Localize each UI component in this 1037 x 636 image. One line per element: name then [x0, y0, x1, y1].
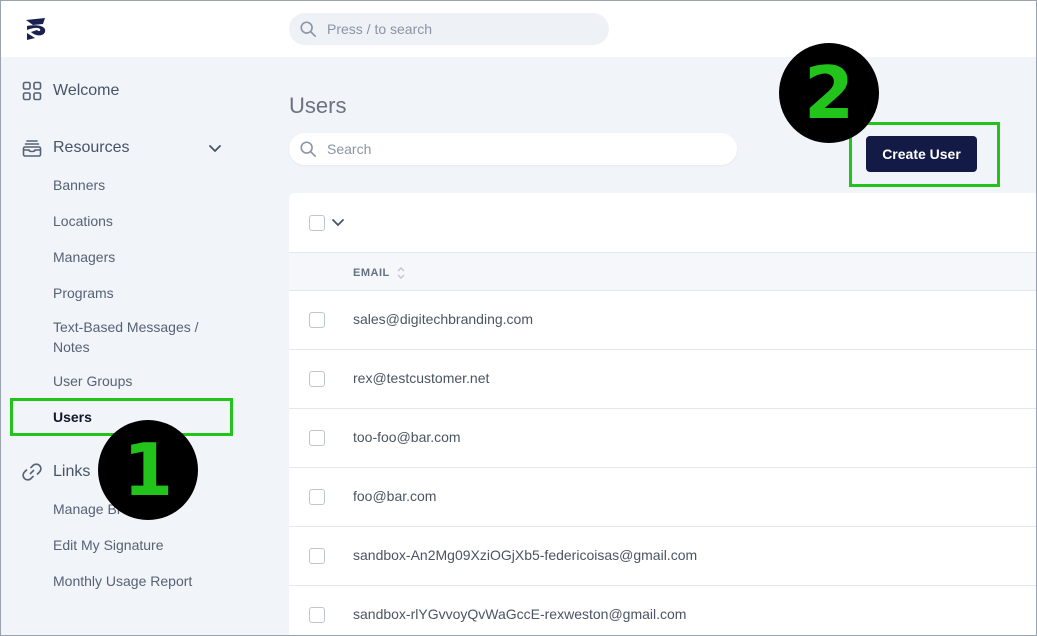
row-checkbox[interactable]	[309, 312, 325, 328]
row-checkbox[interactable]	[309, 371, 325, 387]
row-email[interactable]: sales@digitechbranding.com	[353, 311, 533, 327]
step-marker-2: 2	[779, 43, 879, 143]
row-checkbox[interactable]	[309, 430, 325, 446]
sidebar-item-label: Links	[53, 463, 91, 480]
column-header-label: EMAIL	[353, 267, 390, 279]
sidebar-item-managers[interactable]: Managers	[53, 247, 115, 267]
table-row[interactable]: sandbox-An2Mg09XziOGjXb5-federicoisas@gm…	[289, 527, 1037, 586]
users-search-input[interactable]	[327, 141, 707, 157]
table-toolbar	[289, 193, 1037, 253]
row-checkbox[interactable]	[309, 607, 325, 623]
search-icon	[300, 21, 317, 38]
sidebar-item-resources[interactable]: Resources	[22, 138, 129, 158]
sidebar-item-edit-signature[interactable]: Edit My Signature	[53, 535, 164, 555]
top-bar	[0, 0, 1037, 57]
table-row[interactable]: rex@testcustomer.net	[289, 350, 1037, 409]
grid-icon	[22, 81, 42, 101]
table-header: EMAIL	[289, 253, 1037, 291]
link-icon	[22, 462, 42, 482]
global-search[interactable]	[289, 13, 609, 45]
highlight-box-create-user	[849, 122, 1000, 187]
app-logo[interactable]	[23, 16, 51, 42]
table-row[interactable]: too-foo@bar.com	[289, 409, 1037, 468]
sidebar-item-monthly-usage-report[interactable]: Monthly Usage Report	[53, 571, 192, 591]
sidebar-item-label: Resources	[53, 139, 130, 156]
sidebar-item-text-based-messages[interactable]: Text-Based Messages / Notes	[53, 317, 213, 357]
row-email[interactable]: foo@bar.com	[353, 488, 436, 504]
select-all-checkbox[interactable]	[309, 215, 325, 231]
sidebar-item-locations[interactable]: Locations	[53, 211, 113, 231]
sidebar-item-welcome[interactable]: Welcome	[22, 81, 119, 101]
column-header-email[interactable]: EMAIL	[353, 266, 406, 280]
users-table: EMAIL sales@digitechbranding.com rex@tes…	[289, 193, 1037, 636]
users-search[interactable]	[289, 133, 737, 165]
sidebar-item-banners[interactable]: Banners	[53, 175, 105, 195]
row-email[interactable]: rex@testcustomer.net	[353, 370, 489, 386]
table-row[interactable]: sales@digitechbranding.com	[289, 291, 1037, 350]
page-title: Users	[289, 93, 347, 118]
sort-icon[interactable]	[396, 266, 406, 280]
search-icon	[300, 141, 317, 158]
sidebar-item-label: Welcome	[53, 82, 120, 99]
chevron-down-icon[interactable]	[207, 143, 223, 155]
table-row[interactable]: sandbox-rlYGvvoyQvWaGccE-rexweston@gmail…	[289, 586, 1037, 636]
row-email[interactable]: too-foo@bar.com	[353, 429, 461, 445]
sidebar: Welcome Resources Banners Locations Mana…	[0, 57, 259, 636]
global-search-input[interactable]	[327, 21, 587, 37]
row-checkbox[interactable]	[309, 548, 325, 564]
step-marker-1: 1	[98, 420, 198, 520]
sidebar-item-programs[interactable]: Programs	[53, 283, 114, 303]
chevron-down-icon[interactable]	[331, 218, 345, 228]
row-email[interactable]: sandbox-rlYGvvoyQvWaGccE-rexweston@gmail…	[353, 606, 686, 622]
sidebar-item-links[interactable]: Links	[22, 462, 90, 482]
sidebar-item-user-groups[interactable]: User Groups	[53, 371, 132, 391]
row-email[interactable]: sandbox-An2Mg09XziOGjXb5-federicoisas@gm…	[353, 547, 697, 563]
table-row[interactable]: foo@bar.com	[289, 468, 1037, 527]
inbox-stack-icon	[22, 138, 42, 158]
row-checkbox[interactable]	[309, 489, 325, 505]
